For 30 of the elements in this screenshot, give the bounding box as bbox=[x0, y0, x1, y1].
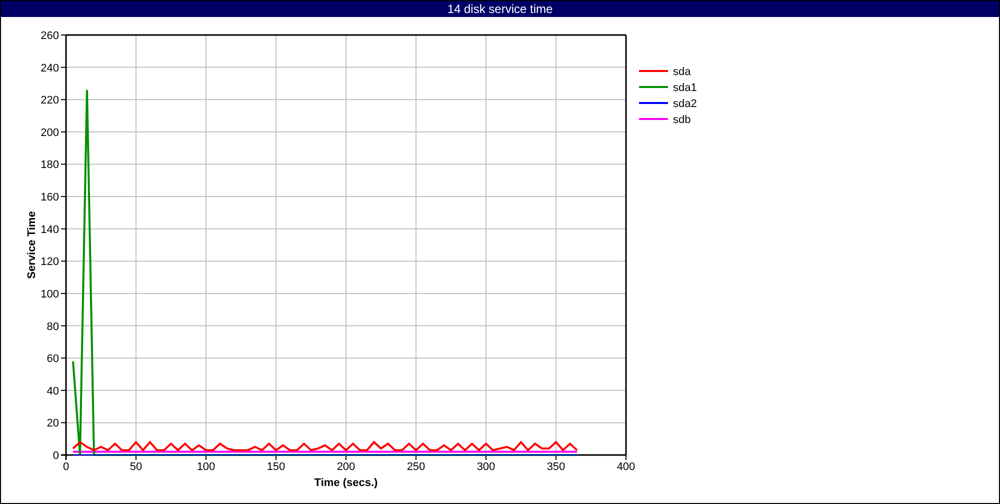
x-axis-title: Time (secs.) bbox=[314, 477, 378, 489]
legend-label: sda2 bbox=[673, 98, 697, 110]
y-axis-title: Service Time bbox=[26, 211, 38, 279]
x-tick-label: 150 bbox=[266, 461, 286, 473]
x-tick-label: 250 bbox=[406, 461, 426, 473]
y-tick-label: 200 bbox=[40, 126, 59, 139]
y-tick-label: 260 bbox=[40, 30, 59, 42]
x-tick-label: 400 bbox=[616, 461, 636, 473]
y-tick-label: 40 bbox=[46, 385, 59, 398]
legend-label: sda bbox=[673, 66, 691, 78]
y-tick-label: 160 bbox=[40, 192, 59, 204]
y-tick-label: 60 bbox=[46, 353, 59, 366]
y-tick-label: 0 bbox=[52, 450, 59, 462]
x-tick-label: 50 bbox=[130, 461, 142, 473]
x-tick-label: 350 bbox=[546, 461, 566, 473]
x-tick-label: 200 bbox=[336, 461, 356, 473]
window-title: 14 disk service time bbox=[1, 1, 999, 17]
y-tick-label: 180 bbox=[40, 159, 59, 172]
x-tick-label: 0 bbox=[62, 461, 70, 473]
legend-label: sda1 bbox=[673, 82, 697, 94]
y-tick-label: 120 bbox=[40, 256, 59, 268]
x-tick-label: 100 bbox=[196, 461, 216, 473]
x-tick-label: 300 bbox=[476, 461, 496, 473]
y-tick-label: 100 bbox=[40, 288, 59, 300]
y-tick-label: 80 bbox=[46, 320, 59, 333]
y-tick-label: 20 bbox=[46, 418, 59, 430]
y-tick-label: 240 bbox=[40, 62, 59, 74]
y-tick-label: 140 bbox=[40, 224, 59, 236]
legend-label: sdb bbox=[673, 114, 691, 126]
y-tick-label: 220 bbox=[40, 94, 59, 107]
